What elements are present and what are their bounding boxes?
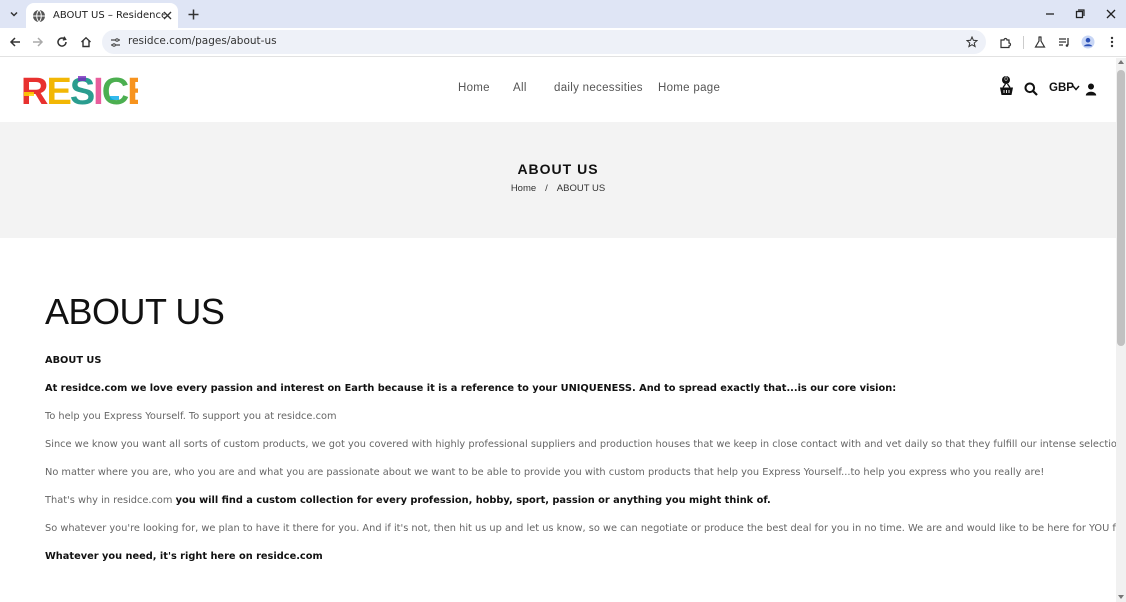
chevron-down-icon [10,11,18,17]
page-scrollbar[interactable] [1116,58,1126,602]
scroll-up-arrow[interactable] [1118,60,1124,64]
account-button[interactable] [1082,80,1100,98]
forward-button[interactable] [27,31,49,53]
nav-daily-necessities[interactable]: daily necessities [554,82,643,94]
plus-icon [188,9,198,19]
page-viewport: RESICE Home All daily necessities Home p… [0,58,1116,602]
basket-icon [999,83,1013,95]
browser-menu-button[interactable] [1101,31,1123,53]
breadcrumb: Home / ABOUT US [0,183,1116,194]
kebab-menu-icon [1110,36,1114,48]
reload-icon [57,36,67,47]
minimize-button[interactable] [1038,4,1062,24]
paragraph-express: To help you Express Yourself. To support… [45,411,337,422]
minimize-icon [1046,13,1054,15]
search-button[interactable] [1022,80,1040,98]
extensions-button[interactable] [994,31,1016,53]
site-info-icon[interactable] [108,35,122,49]
collection-text: That's why in residce.com [45,495,176,506]
tab-title: ABOUT US – Residence Royale [53,10,165,21]
paragraph-collection: That's why in residce.com you will find … [45,495,771,506]
page-content: ABOUT US ABOUT US At residce.com we love… [45,291,1116,563]
labs-button[interactable] [1029,31,1051,53]
globe-icon [33,9,45,23]
browser-tab-bar: ABOUT US – Residence Royale [0,0,1126,28]
arrow-left-icon [9,37,20,47]
main-nav: Home All daily necessities Home page [0,82,1116,98]
avatar-icon [1081,35,1095,49]
paragraph-suppliers: Since we know you want all sorts of cust… [45,439,1116,450]
search-icon [1024,82,1038,96]
puzzle-icon [999,37,1011,48]
home-icon [81,36,91,48]
collection-bold-text: you will find a custom collection for ev… [175,495,771,506]
restore-button[interactable] [1068,4,1092,24]
nav-all[interactable]: All [513,82,527,94]
browser-toolbar: residce.com/pages/about-us [0,28,1126,57]
new-tab-button[interactable] [184,5,202,23]
back-button[interactable] [4,31,26,53]
paragraph-vision: At residce.com we love every passion and… [45,383,897,394]
banner-title: ABOUT US [517,161,599,177]
media-controls-button[interactable] [1053,31,1075,53]
content-subheading: ABOUT US [45,355,102,366]
url-text[interactable]: residce.com/pages/about-us [128,35,277,47]
bookmark-star-icon[interactable] [964,34,980,50]
scroll-down-arrow[interactable] [1118,595,1124,599]
close-window-button[interactable] [1099,4,1123,24]
page-title: ABOUT US [45,291,225,332]
close-tab-icon[interactable] [160,8,174,22]
playlist-icon [1059,38,1069,47]
user-icon [1085,83,1097,95]
address-bar[interactable]: residce.com/pages/about-us [102,30,986,54]
tab-search-button[interactable] [4,4,24,24]
cart-count-badge: 0 [1002,76,1010,84]
flask-icon [1034,36,1046,48]
browser-tab-active[interactable]: ABOUT US – Residence Royale [26,3,178,28]
profile-button[interactable] [1077,31,1099,53]
nav-home-page[interactable]: Home page [658,82,720,94]
scrollbar-thumb[interactable] [1117,70,1125,346]
currency-selector[interactable]: GBP [1049,82,1074,94]
paragraph-closing: Whatever you need, it's right here on re… [45,551,323,562]
paragraph-passion: No matter where you are, who you are and… [45,467,1045,478]
nav-home[interactable]: Home [458,82,490,94]
arrow-right-icon [33,37,44,47]
toolbar-separator [1023,36,1024,49]
breadcrumb-current: ABOUT US [556,183,606,194]
reload-button[interactable] [51,31,73,53]
chevron-down-icon[interactable] [1072,85,1080,91]
breadcrumb-separator: / [545,183,548,194]
home-button[interactable] [75,31,97,53]
page-banner: ABOUT US Home / ABOUT US [0,122,1116,238]
site-header: RESICE Home All daily necessities Home p… [0,58,1116,122]
breadcrumb-home[interactable]: Home [511,183,536,194]
restore-icon [1075,9,1085,19]
close-icon [1106,9,1116,19]
paragraph-lifetime: So whatever you're looking for, we plan … [45,523,1116,534]
